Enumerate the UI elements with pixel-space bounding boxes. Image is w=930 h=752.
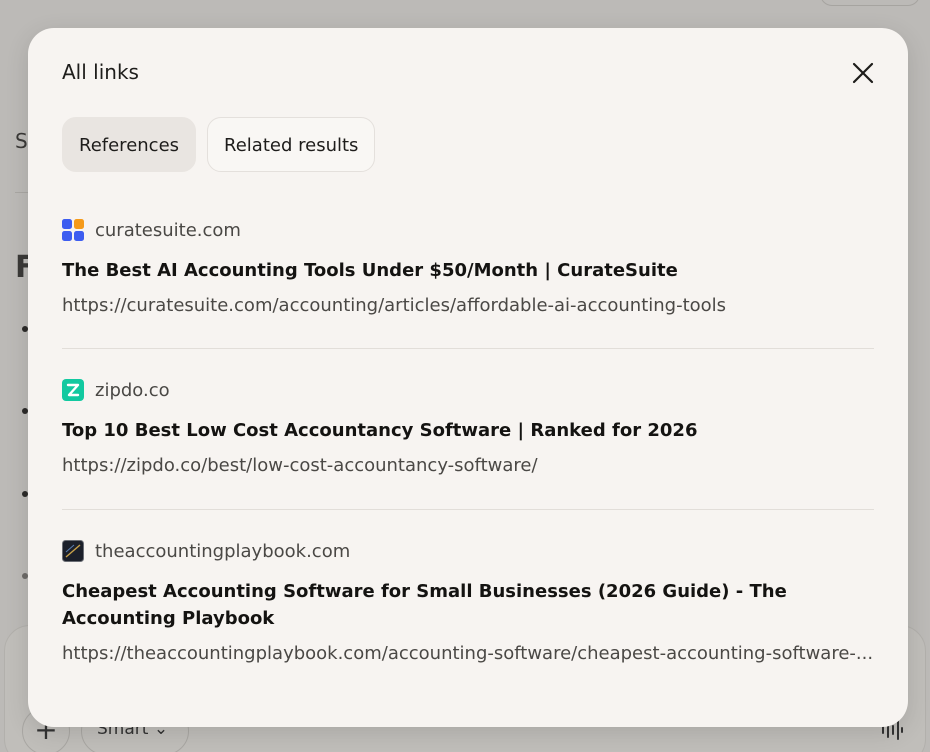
accountingplaybook-logo-icon [62,540,84,562]
site-name: curatesuite.com [95,219,241,241]
list-item[interactable]: curatesuite.com The Best AI Accounting T… [62,214,874,348]
background-top-button [820,0,920,6]
close-button[interactable] [848,58,878,88]
list-item[interactable]: theaccountingplaybook.com Cheapest Accou… [62,509,874,664]
link-url[interactable]: https://zipdo.co/best/low-cost-accountan… [62,455,874,476]
all-links-dialog: All links References Related results cur… [28,28,908,727]
list-item[interactable]: zipdo.co Top 10 Best Low Cost Accountanc… [62,348,874,509]
tab-related-results[interactable]: Related results [207,117,376,172]
site-name: theaccountingplaybook.com [95,540,351,562]
site-name: zipdo.co [95,379,170,401]
link-title[interactable]: Cheapest Accounting Software for Small B… [62,578,822,632]
tab-references[interactable]: References [62,117,197,172]
link-title[interactable]: Top 10 Best Low Cost Accountancy Softwar… [62,417,822,444]
links-list: curatesuite.com The Best AI Accounting T… [62,214,874,664]
curatesuite-logo-icon [62,219,84,241]
site-row: zipdo.co [62,378,874,402]
site-row: curatesuite.com [62,218,874,242]
background-heading-fragment: S [15,129,28,153]
link-url[interactable]: https://curatesuite.com/accounting/artic… [62,295,874,316]
link-title[interactable]: The Best AI Accounting Tools Under $50/M… [62,257,822,284]
link-tabs: References Related results [62,117,376,172]
close-icon [852,62,874,84]
dialog-title: All links [62,60,139,84]
site-row: theaccountingplaybook.com [62,539,874,563]
zipdo-logo-icon [62,379,84,401]
link-url[interactable]: https://theaccountingplaybook.com/accoun… [62,643,874,664]
